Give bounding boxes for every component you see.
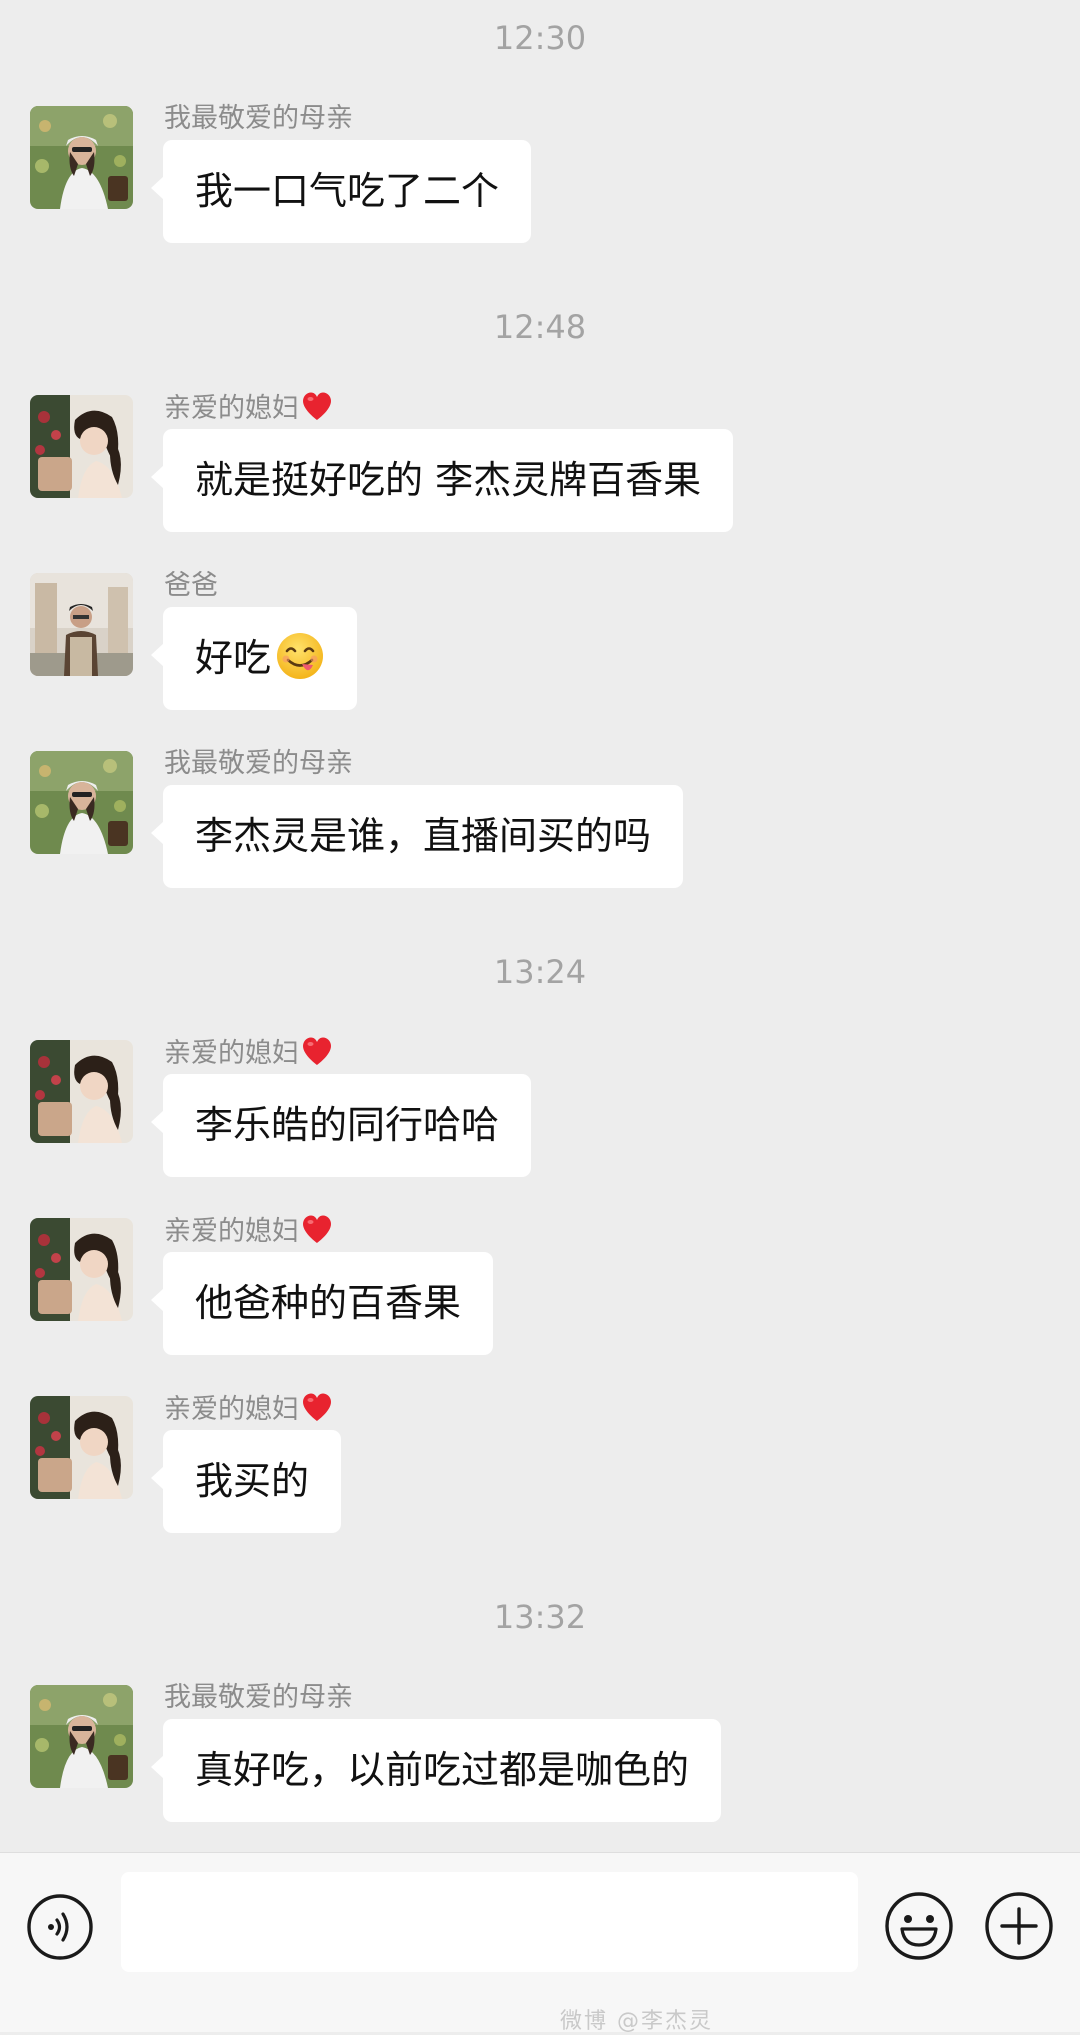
emoji-button[interactable] <box>884 1891 954 1961</box>
message-item: 我最敬爱的母亲 真好吃，以前吃过都是咖色的 <box>0 1682 1080 1835</box>
message-bubble[interactable]: 就是挺好吃的 李杰灵牌百香果 <box>150 429 734 532</box>
timestamp: 12:48 <box>493 308 587 346</box>
message-item: 我最敬爱的母亲 我一口气吃了二个 <box>0 103 1080 256</box>
message-bubble[interactable]: 我一口气吃了二个 <box>150 140 532 243</box>
timestamp: 13:24 <box>493 953 587 991</box>
message-item: 我最敬爱的母亲 李杰灵是谁，直播间买的吗 <box>0 748 1080 901</box>
sender-name: 亲爱的媳妇 <box>164 391 333 426</box>
voice-button[interactable] <box>26 1893 94 1961</box>
emoji-icon <box>885 1892 953 1960</box>
avatar-mother[interactable] <box>30 106 133 209</box>
plus-icon <box>985 1892 1053 1960</box>
heart-icon <box>301 1214 333 1244</box>
avatar-wife[interactable] <box>30 395 133 498</box>
message-item: 亲爱的媳妇 李乐皓的同行哈哈 <box>0 1040 1080 1190</box>
message-bubble[interactable]: 我买的 <box>150 1430 342 1533</box>
yum-face-emoji-icon <box>277 633 324 679</box>
avatar-wife[interactable] <box>30 1218 133 1321</box>
message-item: 爸爸 好吃 <box>0 570 1080 723</box>
message-item: 亲爱的媳妇 我买的 <box>0 1396 1080 1546</box>
sender-name: 亲爱的媳妇 <box>164 1036 333 1071</box>
chat-area[interactable]: 12:30 我最敬爱的母亲 我一口气吃了二个 12:48 亲爱的媳妇 就是挺好吃… <box>0 0 1080 1852</box>
timestamp: 12:30 <box>493 19 587 57</box>
sender-name: 爸爸 <box>164 570 218 601</box>
avatar-wife[interactable] <box>30 1040 133 1143</box>
sender-name-text: 亲爱的媳妇 <box>164 1038 299 1069</box>
sender-name: 亲爱的媳妇 <box>164 1392 333 1427</box>
sender-name: 亲爱的媳妇 <box>164 1214 333 1249</box>
message-item: 亲爱的媳妇 他爸种的百香果 <box>0 1218 1080 1368</box>
message-bubble[interactable]: 真好吃，以前吃过都是咖色的 <box>150 1719 722 1822</box>
heart-icon <box>301 391 333 421</box>
more-button[interactable] <box>984 1891 1054 1961</box>
message-item: 亲爱的媳妇 就是挺好吃的 李杰灵牌百香果 <box>0 395 1080 545</box>
sender-name: 我最敬爱的母亲 <box>164 1682 353 1713</box>
avatar-father[interactable] <box>30 573 133 676</box>
message-bubble[interactable]: 好吃 <box>150 607 358 710</box>
sender-name: 我最敬爱的母亲 <box>164 748 353 779</box>
heart-icon <box>301 1036 333 1066</box>
avatar-mother[interactable] <box>30 1685 133 1788</box>
watermark: 微博 @李杰灵 <box>560 2009 713 2034</box>
voice-icon <box>27 1894 93 1960</box>
timestamp: 13:32 <box>493 1598 587 1636</box>
message-input[interactable] <box>121 1872 858 1972</box>
message-bubble[interactable]: 李杰灵是谁，直播间买的吗 <box>150 785 684 888</box>
sender-name-text: 亲爱的媳妇 <box>164 1216 299 1247</box>
message-bubble[interactable]: 李乐皓的同行哈哈 <box>150 1074 532 1177</box>
input-bar: 微博 @李杰灵 <box>0 1852 1080 2034</box>
message-bubble[interactable]: 他爸种的百香果 <box>150 1252 494 1355</box>
avatar-mother[interactable] <box>30 751 133 854</box>
avatar-wife[interactable] <box>30 1396 133 1499</box>
message-text: 好吃 <box>195 636 272 680</box>
sender-name-text: 亲爱的媳妇 <box>164 1394 299 1425</box>
sender-name: 我最敬爱的母亲 <box>164 103 353 134</box>
sender-name-text: 亲爱的媳妇 <box>164 393 299 424</box>
heart-icon <box>301 1392 333 1422</box>
